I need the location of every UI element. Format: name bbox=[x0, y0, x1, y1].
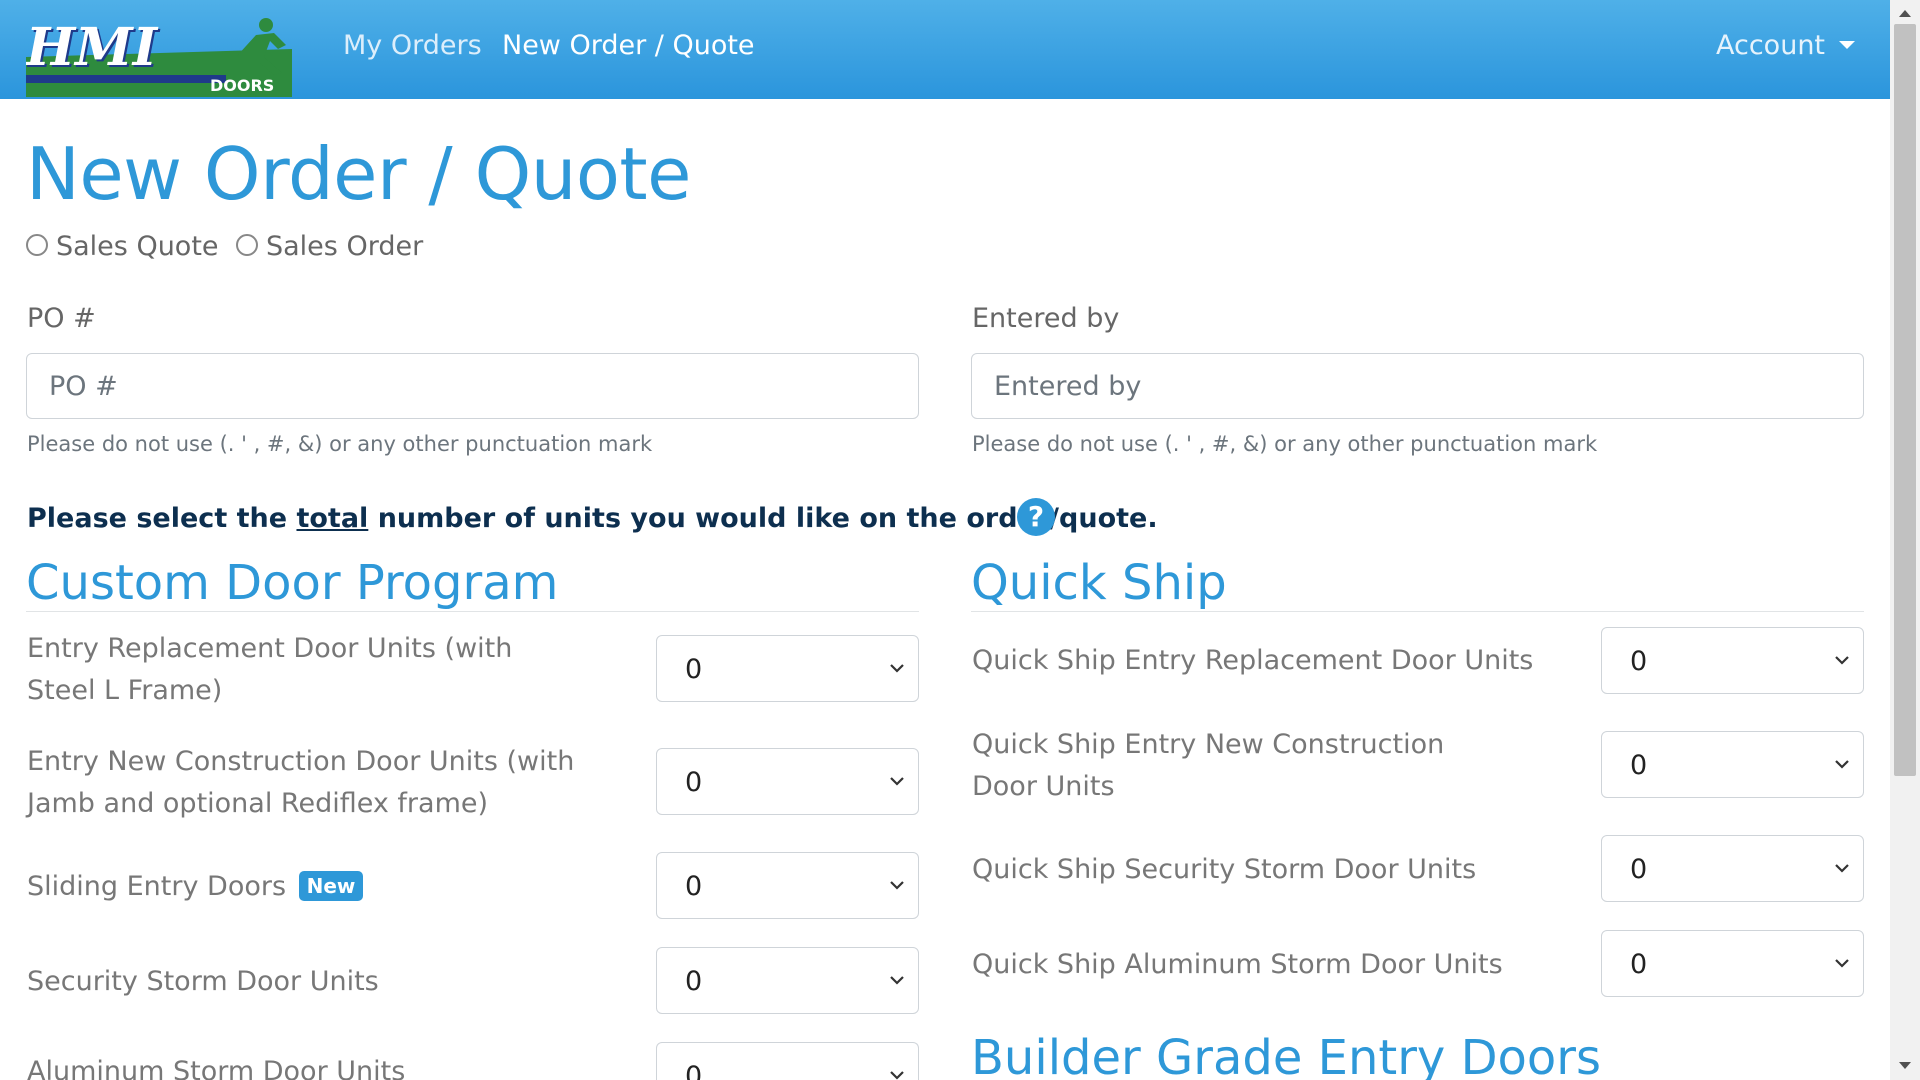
units-instructions: Please select the total number of units … bbox=[27, 503, 1158, 534]
top-navbar: HMI HMI DOORS My Orders New Order / Quot… bbox=[0, 0, 1890, 99]
custom-entry-new-construction-select[interactable]: 0 bbox=[656, 748, 919, 815]
new-badge: New bbox=[298, 870, 364, 901]
section-divider bbox=[26, 611, 919, 612]
custom-row-label: Aluminum Storm Door Units bbox=[27, 1056, 406, 1080]
quick-row-label: Quick Ship Entry Replacement Door Units bbox=[972, 645, 1534, 676]
question-circle-icon[interactable]: ? bbox=[1017, 498, 1055, 536]
scrollbar-thumb[interactable] bbox=[1894, 24, 1916, 776]
custom-aluminum-storm-select[interactable]: 0 bbox=[656, 1042, 919, 1080]
custom-door-program-title: Custom Door Program bbox=[26, 555, 559, 611]
page-scrollbar[interactable] bbox=[1890, 0, 1920, 1080]
scroll-down-arrow-icon[interactable] bbox=[1899, 1062, 1911, 1069]
entered-by-help-text: Please do not use (. ' , #, &) or any ot… bbox=[972, 432, 1598, 456]
quick-row-label: Quick Ship Aluminum Storm Door Units bbox=[972, 949, 1503, 980]
radio-circle-icon[interactable] bbox=[26, 233, 48, 256]
caret-down-icon bbox=[1839, 40, 1856, 49]
select-value: 0 bbox=[685, 654, 703, 685]
scroll-up-arrow-icon[interactable] bbox=[1899, 10, 1911, 17]
po-input[interactable] bbox=[26, 353, 919, 419]
radio-sales-order-label: Sales Order bbox=[266, 231, 424, 262]
chevron-down-icon bbox=[890, 881, 904, 890]
section-divider bbox=[971, 611, 1864, 612]
radio-circle-icon[interactable] bbox=[236, 233, 258, 256]
chevron-down-icon bbox=[890, 976, 904, 985]
quick-row-label: Quick Ship Security Storm Door Units bbox=[972, 854, 1477, 885]
radio-sales-quote[interactable]: Sales Quote bbox=[26, 231, 219, 262]
custom-row-label: Sliding Entry Doors New bbox=[27, 866, 587, 908]
quick-row-label: Quick Ship Entry New Construction Door U… bbox=[972, 729, 1445, 802]
po-help-text: Please do not use (. ' , #, &) or any ot… bbox=[27, 432, 653, 456]
chevron-down-icon bbox=[890, 777, 904, 786]
entered-by-label: Entered by bbox=[972, 303, 1120, 334]
quick-entry-replacement-select[interactable]: 0 bbox=[1601, 627, 1864, 694]
custom-sliding-entry-select[interactable]: 0 bbox=[656, 852, 919, 919]
select-value: 0 bbox=[685, 966, 703, 997]
chevron-down-icon bbox=[890, 1071, 904, 1080]
chevron-down-icon bbox=[1835, 959, 1849, 968]
quick-aluminum-storm-select[interactable]: 0 bbox=[1601, 930, 1864, 997]
radio-sales-order[interactable]: Sales Order bbox=[236, 231, 423, 262]
custom-row-label: Entry Replacement Door Units (with Steel… bbox=[27, 633, 513, 706]
select-value: 0 bbox=[1630, 750, 1648, 781]
page-title: New Order / Quote bbox=[26, 132, 691, 216]
quick-entry-new-construction-select[interactable]: 0 bbox=[1601, 731, 1864, 798]
select-value: 0 bbox=[685, 1061, 703, 1080]
select-value: 0 bbox=[685, 767, 703, 798]
custom-row-label: Entry New Construction Door Units (with … bbox=[27, 746, 575, 819]
po-label: PO # bbox=[27, 303, 96, 334]
radio-sales-quote-label: Sales Quote bbox=[56, 231, 219, 262]
chevron-down-icon bbox=[1835, 760, 1849, 769]
select-value: 0 bbox=[685, 871, 703, 902]
svg-text:HMI: HMI bbox=[26, 17, 159, 78]
quick-ship-title: Quick Ship bbox=[971, 555, 1227, 611]
select-value: 0 bbox=[1630, 646, 1648, 677]
svg-text:DOORS: DOORS bbox=[210, 76, 274, 95]
account-dropdown[interactable]: Account bbox=[1716, 30, 1856, 61]
entered-by-input[interactable] bbox=[971, 353, 1864, 419]
select-value: 0 bbox=[1630, 949, 1648, 980]
hmi-doors-logo[interactable]: HMI HMI DOORS bbox=[26, 13, 292, 97]
account-label: Account bbox=[1716, 30, 1826, 61]
custom-row-label: Security Storm Door Units bbox=[27, 966, 379, 997]
nav-new-order-quote[interactable]: New Order / Quote bbox=[502, 30, 755, 61]
chevron-down-icon bbox=[1835, 656, 1849, 665]
custom-security-storm-select[interactable]: 0 bbox=[656, 947, 919, 1014]
chevron-down-icon bbox=[1835, 864, 1849, 873]
chevron-down-icon bbox=[890, 664, 904, 673]
select-value: 0 bbox=[1630, 854, 1648, 885]
builder-grade-title: Builder Grade Entry Doors bbox=[971, 1030, 1602, 1080]
quick-security-storm-select[interactable]: 0 bbox=[1601, 835, 1864, 902]
nav-my-orders[interactable]: My Orders bbox=[343, 30, 482, 61]
custom-entry-replacement-select[interactable]: 0 bbox=[656, 635, 919, 702]
